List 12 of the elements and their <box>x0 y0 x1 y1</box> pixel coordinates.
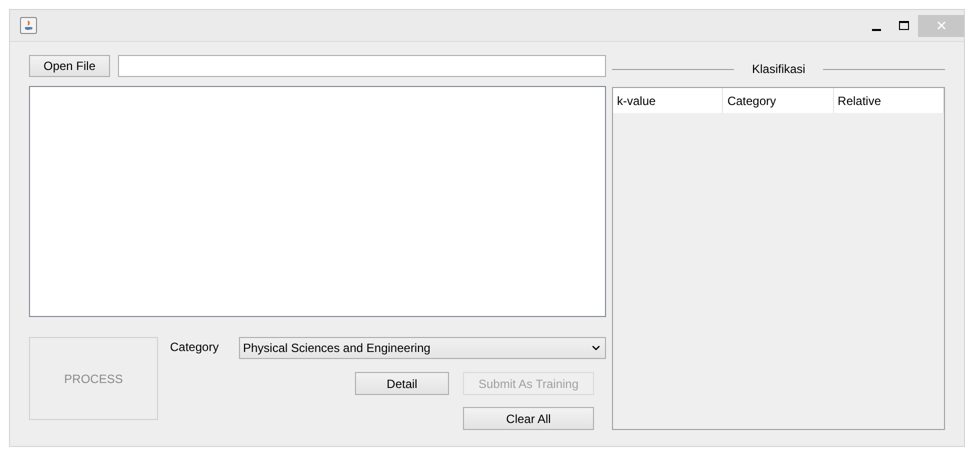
open-file-button[interactable]: Open File <box>29 55 110 77</box>
category-label: Category <box>170 339 220 356</box>
close-icon <box>936 21 946 30</box>
cup-icon <box>20 17 37 34</box>
action-button[interactable]: Clear All <box>463 407 594 430</box>
column-header[interactable]: k-value <box>613 88 724 113</box>
file-path-field[interactable] <box>118 55 606 77</box>
group-title: Klasifikasi <box>751 61 806 78</box>
category-dropdown[interactable]: Physical Sciences and Engineering <box>239 337 606 359</box>
column-header[interactable]: Relative <box>834 88 944 113</box>
column-header[interactable]: Category <box>723 88 834 113</box>
action-button[interactable]: Detail <box>355 372 449 395</box>
